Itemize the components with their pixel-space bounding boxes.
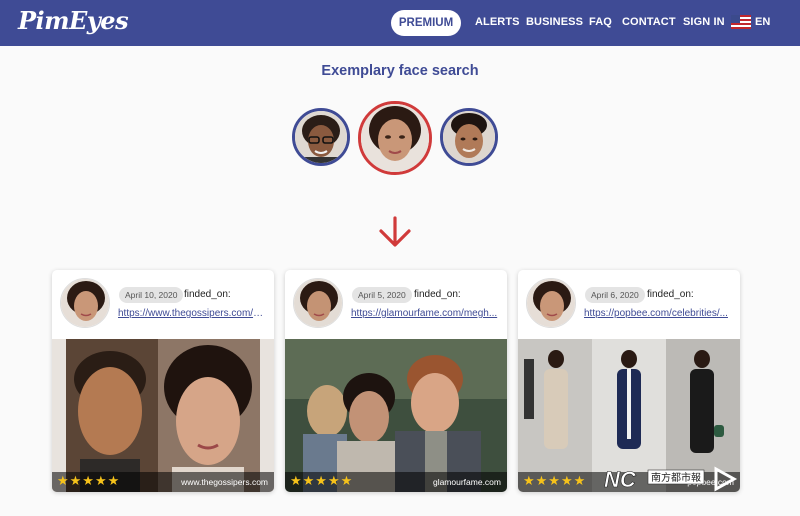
- rating-stars: ★★★★★: [523, 473, 587, 488]
- result-photo[interactable]: ★★★★★ glamourfame.com: [285, 339, 507, 492]
- date-badge: April 10, 2020: [119, 287, 184, 303]
- result-card[interactable]: April 10, 2020 finded_on: https://www.th…: [52, 270, 274, 492]
- date-badge: April 5, 2020: [352, 287, 412, 303]
- watermark-nc: NC: [604, 467, 637, 492]
- watermark-cn-text: 南方都市報: [651, 471, 701, 484]
- nav-alerts[interactable]: ALERTS: [475, 16, 520, 28]
- result-card[interactable]: April 5, 2020 finded_on: https://glamour…: [285, 270, 507, 492]
- date-badge: April 6, 2020: [585, 287, 645, 303]
- arrow-down-icon: [379, 216, 411, 247]
- example-face-3[interactable]: [440, 108, 498, 166]
- matched-face-avatar: [60, 278, 110, 328]
- matched-face-avatar: [526, 278, 576, 328]
- top-navbar: PimEyes PREMIUM ALERTS BUSINESS FAQ CONT…: [0, 0, 800, 46]
- page-title: Exemplary face search: [321, 63, 479, 79]
- nav-contact[interactable]: CONTACT: [622, 16, 676, 28]
- photo-footer: ★★★★★ glamourfame.com: [285, 472, 507, 492]
- rating-stars: ★★★★★: [57, 473, 121, 488]
- nav-sign-in[interactable]: SIGN IN: [683, 16, 725, 28]
- language-selector[interactable]: EN: [755, 16, 770, 28]
- nav-business[interactable]: BUSINESS: [526, 16, 583, 28]
- source-domain: www.thegossipers.com: [181, 477, 268, 487]
- found-on-label: finded_on:: [647, 289, 694, 300]
- result-photo[interactable]: ★★★★★ www.thegossipers.com: [52, 339, 274, 492]
- premium-button[interactable]: PREMIUM: [391, 10, 461, 36]
- rating-stars: ★★★★★: [290, 473, 354, 488]
- us-flag-icon[interactable]: [731, 15, 751, 29]
- source-link[interactable]: https://www.thegossipers.com/g...: [118, 308, 266, 319]
- found-on-label: finded_on:: [414, 289, 461, 300]
- source-link[interactable]: https://popbee.com/celebrities/...: [584, 308, 732, 319]
- example-face-1[interactable]: [292, 108, 350, 166]
- pimeyes-logo[interactable]: PimEyes: [18, 6, 129, 35]
- source-link[interactable]: https://glamourfame.com/megh...: [351, 308, 499, 319]
- result-card[interactable]: April 6, 2020 finded_on: https://popbee.…: [518, 270, 740, 492]
- photo-footer: ★★★★★ www.thegossipers.com: [52, 472, 274, 492]
- example-face-selected[interactable]: [358, 101, 432, 175]
- found-on-label: finded_on:: [184, 289, 231, 300]
- matched-face-avatar: [293, 278, 343, 328]
- news-watermark: NC 南方都市報: [604, 465, 744, 493]
- source-domain: glamourfame.com: [432, 477, 501, 487]
- nav-faq[interactable]: FAQ: [589, 16, 612, 28]
